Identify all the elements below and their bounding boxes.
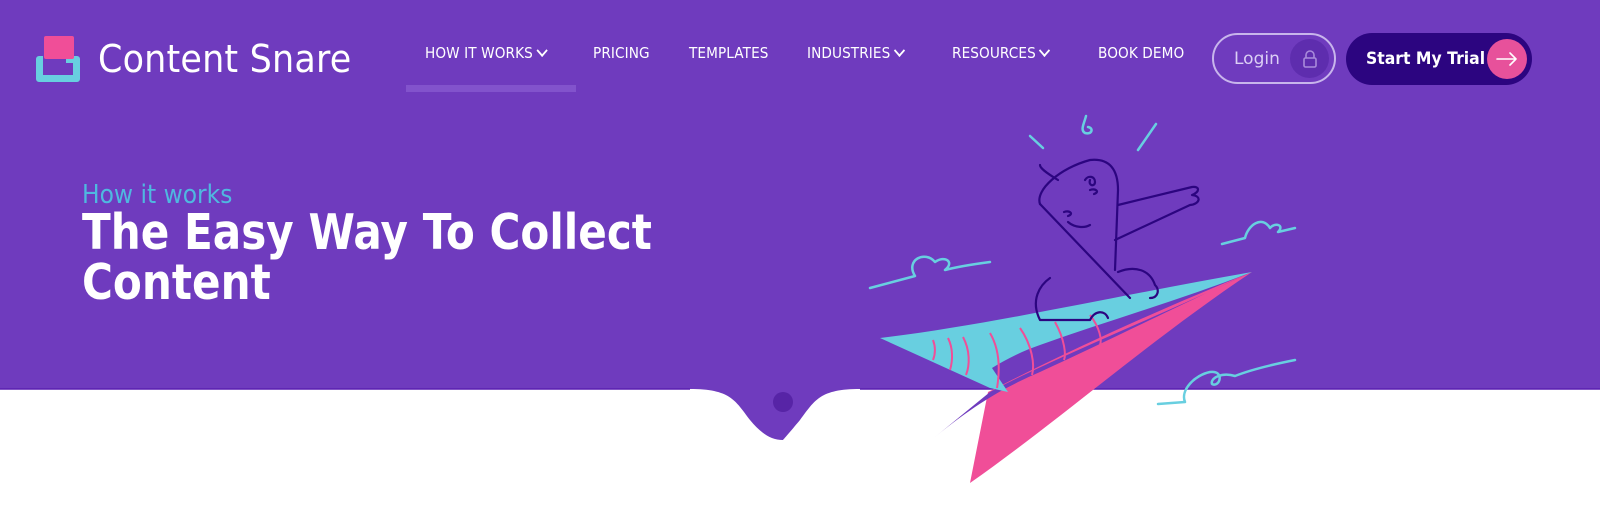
start-trial-button[interactable]: Start My Trial <box>1346 33 1532 85</box>
start-trial-label: Start My Trial <box>1366 49 1486 69</box>
brand-name: Content Snare <box>98 37 352 81</box>
hero-title: The Easy Way To Collect Content <box>82 204 652 311</box>
lock-icon <box>1290 39 1329 78</box>
active-nav-indicator <box>406 85 576 92</box>
nav-item-label: BOOK DEMO <box>1098 44 1185 62</box>
nav-item-pricing[interactable]: PRICING <box>593 44 650 62</box>
nav-item-label: TEMPLATES <box>689 44 769 62</box>
nav-item-label: PRICING <box>593 44 650 62</box>
nav-item-templates[interactable]: TEMPLATES <box>689 44 769 62</box>
login-label: Login <box>1234 48 1280 69</box>
chevron-down-icon <box>1039 43 1051 57</box>
nav-item-how-it-works[interactable]: HOW IT WORKS <box>425 43 548 62</box>
chevron-down-icon <box>536 43 548 57</box>
arrow-right-icon <box>1487 39 1527 79</box>
scroll-indicator-dot <box>773 392 793 412</box>
nav-item-label: HOW IT WORKS <box>425 44 533 62</box>
nav-item-book-demo[interactable]: BOOK DEMO <box>1098 44 1184 62</box>
brand-logo[interactable]: Content Snare <box>34 34 373 84</box>
chevron-down-icon <box>893 43 905 57</box>
nav-item-industries[interactable]: INDUSTRIES <box>807 43 905 62</box>
nav-item-label: RESOURCES <box>952 44 1036 62</box>
nav-item-label: INDUSTRIES <box>807 44 891 62</box>
login-button[interactable]: Login <box>1212 33 1336 84</box>
logo-icon <box>34 34 82 84</box>
nav-item-resources[interactable]: RESOURCES <box>952 43 1051 62</box>
